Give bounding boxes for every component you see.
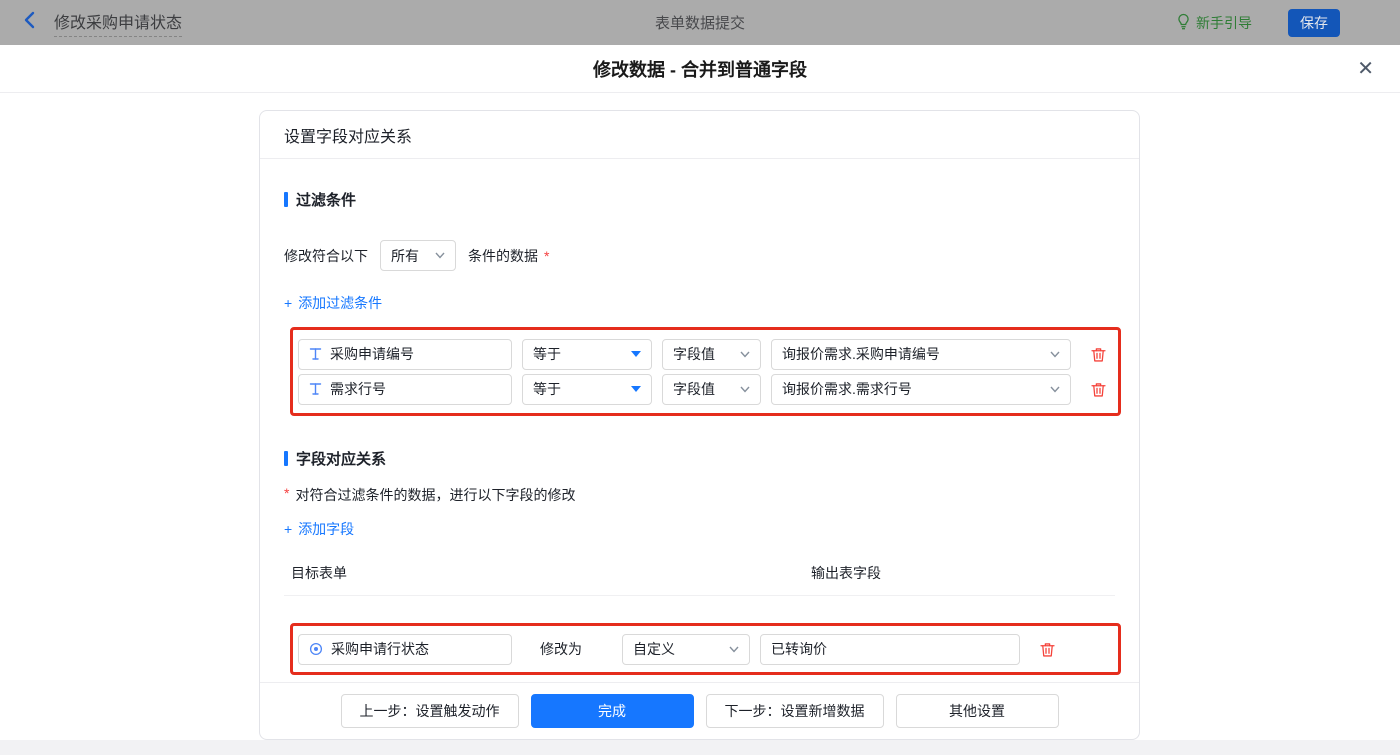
card-title: 设置字段对应关系 [260,111,1139,159]
filter-field-input[interactable]: 需求行号 [298,373,512,405]
section-marker [284,192,288,207]
trash-icon [1091,382,1106,397]
plus-icon: + [284,295,293,311]
chevron-down-icon [740,386,750,393]
filter-rows-highlight-box: 采购申请编号 等于 字段值 询报价需求.采购申请编号 需求行号 等于 字段值 询… [290,327,1121,416]
save-button[interactable]: 保存 [1288,8,1340,37]
custom-value-input[interactable]: 已转询价 [760,633,1020,665]
topbar-center-title: 表单数据提交 [654,15,746,32]
flow-name[interactable]: 修改采购申请状态 [54,9,183,37]
edit-data-modal: 修改数据 - 合并到普通字段 ✕ 设置字段对应关系 过滤条件 修改符合以下 所有… [0,45,1400,755]
text-field-icon [309,348,322,360]
match-condition-row: 修改符合以下 所有 条件的数据 * [284,240,1115,271]
close-icon[interactable]: ✕ [1357,55,1374,83]
value-type-select[interactable]: 字段值 [662,338,761,370]
next-step-button[interactable]: 下一步：设置新增数据 [705,694,884,728]
back-button[interactable] [22,11,38,34]
add-field-link[interactable]: + 添加字段 [284,519,354,539]
operator-select[interactable]: 等于 [522,373,652,405]
mapping-description: * 对符合过滤条件的数据，进行以下字段的修改 [284,485,576,503]
caret-down-icon [631,351,641,357]
value-type-select[interactable]: 字段值 [662,373,761,405]
chevron-down-icon [729,646,739,653]
chevron-down-icon [435,252,445,259]
lightbulb-icon [1176,13,1191,33]
mapping-row: 采购申请行状态 修改为 自定义 已转询价 [298,633,1113,665]
card-footer: 上一步：设置触发动作 完成 下一步：设置新增数据 其他设置 [260,682,1139,739]
output-field-column-header: 输出表字段 [811,565,881,581]
guide-label: 新手引导 [1196,14,1252,31]
caret-down-icon [631,386,641,392]
screen: 修改采购申请状态 表单数据提交 新手引导 保存 修改数据 - 合并到普通字段 ✕ [0,0,1400,755]
prev-step-button[interactable]: 上一步：设置触发动作 [340,694,519,728]
section-marker [284,451,288,466]
trash-icon [1040,642,1055,657]
modal-header: 修改数据 - 合并到普通字段 ✕ [0,45,1400,93]
required-mark: * [284,485,290,501]
operator-select[interactable]: 等于 [522,338,652,370]
target-form-column-header: 目标表单 [291,565,347,581]
plus-icon: + [284,521,293,537]
chevron-down-icon [1050,351,1060,358]
delete-row-button[interactable] [1091,347,1106,362]
filter-row: 采购申请编号 等于 字段值 询报价需求.采购申请编号 [298,338,1113,370]
chevron-down-icon [740,351,750,358]
delete-row-button[interactable] [1040,642,1055,657]
mapping-section-title: 字段对应关系 [284,448,1115,469]
filter-row: 需求行号 等于 字段值 询报价需求.需求行号 [298,373,1113,405]
beginner-guide-link[interactable]: 新手引导 [1176,13,1252,33]
required-mark: * [544,247,550,264]
other-settings-button[interactable]: 其他设置 [895,694,1059,728]
modal-title: 修改数据 - 合并到普通字段 [593,59,807,80]
value-field-select[interactable]: 询报价需求.需求行号 [771,373,1071,405]
back-chevron-icon [22,11,38,34]
match-prefix-label: 修改符合以下 [284,247,368,264]
done-button[interactable]: 完成 [530,694,694,728]
delete-row-button[interactable] [1091,382,1106,397]
action-label: 修改为 [540,641,582,657]
value-mode-select[interactable]: 自定义 [622,633,750,665]
topbar: 修改采购申请状态 表单数据提交 新手引导 保存 [0,0,1400,45]
mapping-table-header: 目标表单 输出表字段 [284,563,1115,596]
add-filter-condition-link[interactable]: + 添加过滤条件 [284,293,382,313]
bottom-scroll-track[interactable] [0,740,1400,755]
radio-field-icon [309,642,323,656]
mapping-row-highlight-box: 采购申请行状态 修改为 自定义 已转询价 [290,623,1121,675]
filter-field-input[interactable]: 采购申请编号 [298,338,512,370]
value-field-select[interactable]: 询报价需求.采购申请编号 [771,338,1071,370]
filter-section-title: 过滤条件 [284,189,1115,210]
field-mapping-card: 设置字段对应关系 过滤条件 修改符合以下 所有 条件的数据 * + 添加过滤条件… [259,110,1140,740]
match-suffix-label: 条件的数据 [468,247,538,264]
text-field-icon [309,383,322,395]
match-mode-select[interactable]: 所有 [380,240,456,271]
trash-icon [1091,347,1106,362]
chevron-down-icon [1050,386,1060,393]
target-field-input[interactable]: 采购申请行状态 [298,633,512,665]
